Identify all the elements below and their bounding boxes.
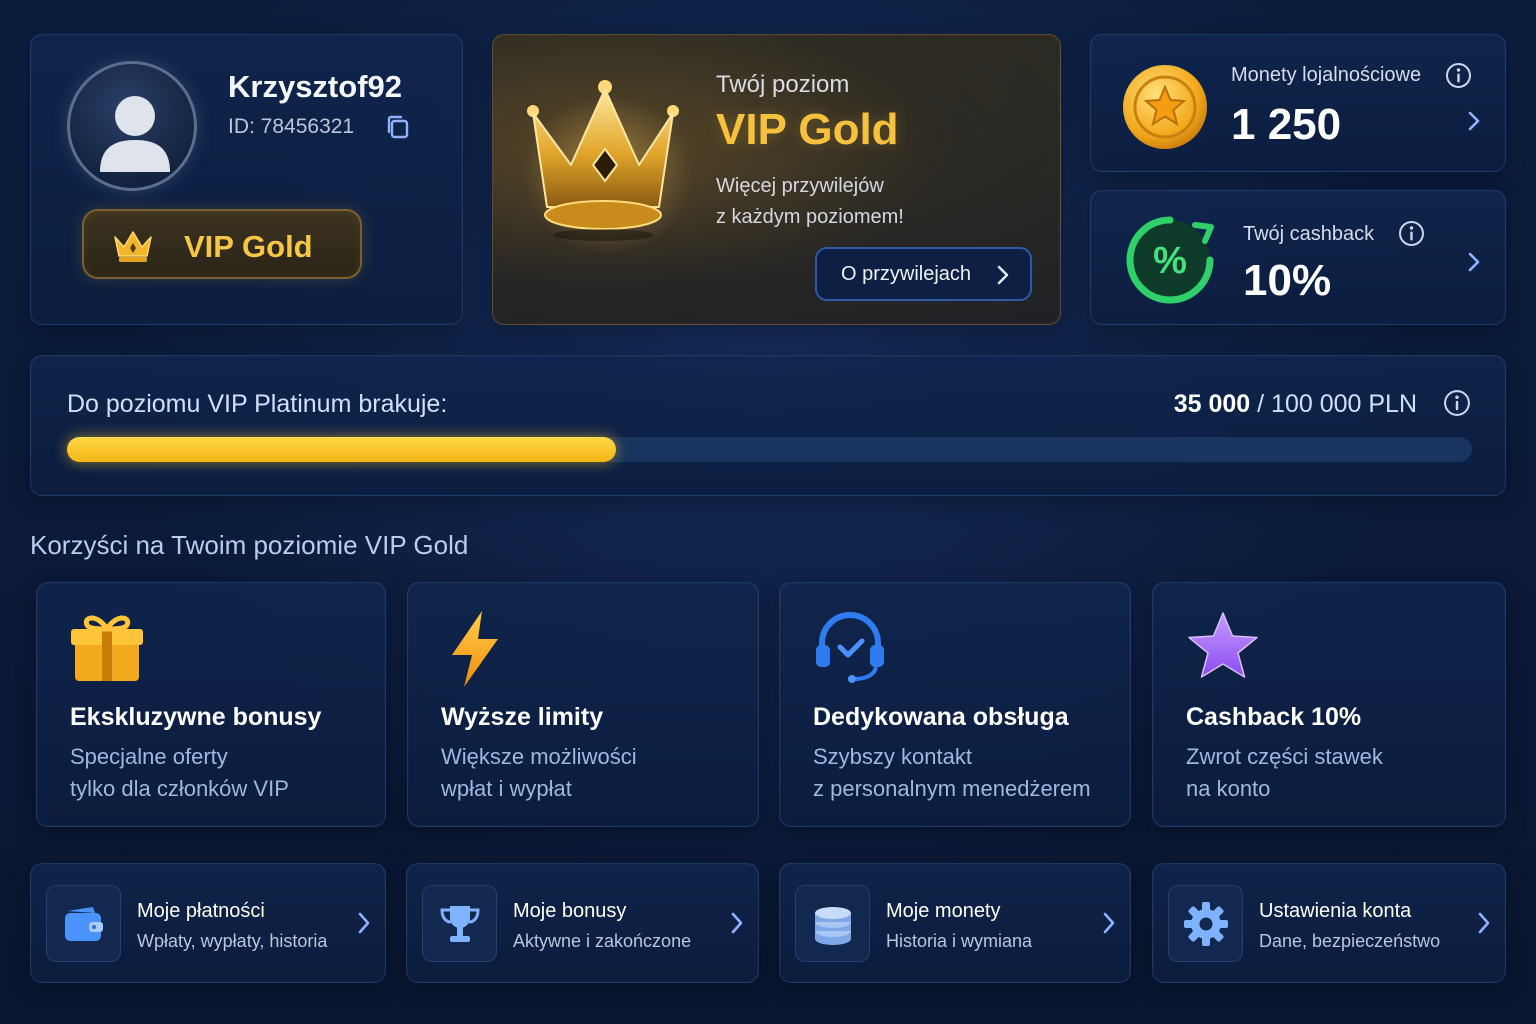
progress-current: 35 000 [1173, 390, 1251, 418]
progress-target: 100 000 PLN [1271, 390, 1417, 418]
nav-icon-box [795, 885, 870, 962]
coins-stack-icon [814, 906, 851, 945]
chevron-right-icon [358, 912, 370, 934]
username: Krzysztof92 [228, 69, 402, 104]
nav-description: Historia i wymiana [886, 931, 1033, 951]
loyalty-coins-card[interactable]: Monety lojalnościowe 1 250 [1090, 34, 1506, 172]
crown-icon [114, 231, 152, 262]
nav-title: Moje monety [886, 900, 1001, 922]
benefit-title: Dedykowana obsługa [813, 703, 1069, 731]
progress-bar-fill [67, 437, 617, 462]
avatar[interactable] [67, 61, 197, 191]
lightning-icon [452, 611, 498, 687]
level-description: z każdym poziomem! [716, 206, 904, 228]
benefit-title: Wyższe limity [441, 703, 604, 731]
vip-badge-label: VIP Gold [184, 229, 313, 264]
cashback-percent-icon: % [1126, 216, 1214, 304]
user-id: ID: 78456321 [228, 115, 355, 138]
star-icon [1188, 612, 1258, 678]
nav-my-coins[interactable]: Moje monety Historia i wymiana [779, 863, 1131, 983]
cashback-title: Twój cashback [1243, 223, 1375, 245]
progress-separator: / [1250, 390, 1272, 418]
chevron-right-icon [997, 265, 1009, 285]
nav-icon-box [46, 885, 121, 962]
nav-title: Ustawienia konta [1259, 900, 1412, 922]
benefit-card: Ekskluzywne bonusy Specjalne oferty tylk… [36, 582, 386, 827]
benefit-description: Specjalne oferty [70, 744, 228, 769]
benefit-description: Szybszy kontakt [813, 744, 972, 769]
chevron-right-icon[interactable] [1467, 110, 1481, 132]
benefit-description: wpłat i wypłat [441, 776, 572, 801]
nav-icon-box [1168, 885, 1243, 962]
level-description: Więcej przywilejów [716, 175, 884, 197]
info-icon[interactable] [1398, 220, 1425, 247]
gear-icon [1183, 901, 1228, 946]
nav-icon-box [422, 885, 497, 962]
nav-my-payments[interactable]: Moje płatności Wpłaty, wypłaty, historia [30, 863, 386, 983]
headset-icon [816, 612, 884, 683]
benefits-section-title: Korzyści na Twoim poziomie VIP Gold [30, 530, 469, 560]
crown-icon [523, 80, 693, 255]
wallet-icon [64, 906, 103, 941]
chevron-right-icon [731, 912, 743, 934]
nav-my-bonuses[interactable]: Moje bonusy Aktywne i zakończone [406, 863, 759, 983]
coin-icon [1123, 65, 1207, 149]
nav-account-settings[interactable]: Ustawienia konta Dane, bezpieczeństwo [1152, 863, 1506, 983]
level-caption: Twój poziom [716, 71, 850, 98]
progress-amount: 35 000 / 100 000 PLN [1174, 390, 1417, 419]
copy-icon[interactable] [385, 114, 411, 140]
nav-description: Dane, bezpieczeństwo [1259, 931, 1441, 951]
nav-title: Moje bonusy [513, 900, 627, 922]
benefit-description: na konto [1186, 776, 1271, 801]
benefit-card: Dedykowana obsługa Szybszy kontakt z per… [779, 582, 1131, 827]
nav-description: Aktywne i zakończone [513, 931, 692, 951]
cashback-percent-symbol: % [1153, 240, 1187, 282]
nav-title: Moje płatności [137, 900, 265, 922]
benefit-card: Cashback 10% Zwrot części stawek na kont… [1152, 582, 1506, 827]
cashback-value: 10% [1243, 256, 1332, 305]
progress-bar-track [67, 437, 1472, 462]
chevron-right-icon[interactable] [1467, 251, 1481, 273]
benefit-description: z personalnym menedżerem [813, 776, 1091, 801]
coins-value: 1 250 [1231, 100, 1342, 149]
profile-card: Krzysztof92 ID: 78456321 VIP Gold [30, 34, 463, 325]
benefit-title: Ekskluzywne bonusy [70, 703, 322, 731]
gift-icon [71, 615, 143, 681]
info-icon[interactable] [1445, 62, 1472, 89]
benefit-description: tylko dla członków VIP [70, 776, 289, 801]
privileges-button-label: O przywilejach [841, 262, 972, 285]
privileges-button[interactable]: O przywilejach [815, 247, 1032, 301]
level-name: VIP Gold [716, 105, 899, 154]
progress-label: Do poziomu VIP Platinum brakuje: [67, 390, 448, 418]
benefit-description: Większe możliwości [441, 744, 637, 769]
chevron-right-icon [1103, 912, 1115, 934]
nav-description: Wpłaty, wypłaty, historia [137, 931, 328, 951]
chevron-right-icon [1478, 912, 1490, 934]
cashback-card[interactable]: % Twój cashback 10% [1090, 190, 1506, 325]
user-icon [100, 96, 170, 172]
coins-title: Monety lojalnościowe [1231, 64, 1422, 86]
benefit-card: Wyższe limity Większe możliwości wpłat i… [407, 582, 759, 827]
trophy-icon [439, 905, 480, 942]
vip-badge: VIP Gold [82, 209, 362, 279]
info-icon[interactable] [1443, 389, 1471, 417]
benefit-description: Zwrot części stawek [1186, 744, 1383, 769]
benefit-title: Cashback 10% [1186, 703, 1362, 731]
vip-level-card: Twój poziom VIP Gold Więcej przywilejów … [492, 34, 1061, 325]
vip-progress-card: Do poziomu VIP Platinum brakuje: 35 000 … [30, 355, 1506, 496]
